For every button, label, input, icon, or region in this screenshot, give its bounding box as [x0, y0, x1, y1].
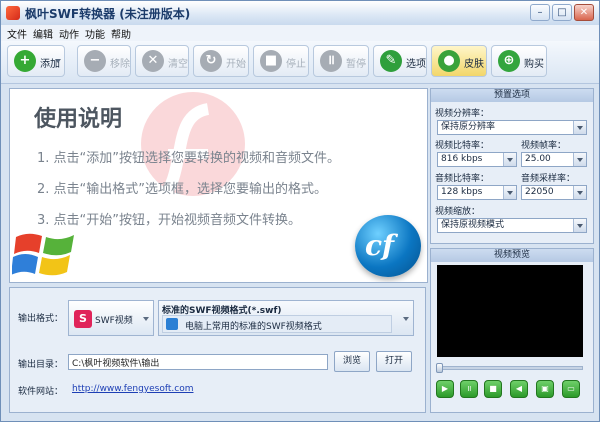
menu-function[interactable]: 功能: [85, 26, 105, 41]
audio-bitrate-select[interactable]: 128 kbps: [437, 185, 517, 200]
toolbar-label: 购买: [524, 59, 544, 70]
browse-button[interactable]: 浏览: [334, 351, 370, 372]
apple-icon: ●: [438, 50, 460, 72]
toolbar-label: 选项: [406, 59, 426, 70]
help-panel: 使用说明 1. 点击“添加”按钮选择您要转换的视频和音频文件。 2. 点击“输出…: [9, 88, 428, 283]
toolbar-button-pause[interactable]: ॥ 暂停: [313, 45, 369, 77]
video-preview-screen: [437, 265, 583, 357]
sample-rate-select[interactable]: 22050: [521, 185, 587, 200]
play-button[interactable]: ▶: [436, 380, 454, 398]
title-bar: 枫叶SWF转换器 (未注册版本) – □ ✕: [1, 1, 599, 26]
stop-button[interactable]: ■: [484, 380, 502, 398]
output-dir-input[interactable]: [68, 354, 328, 370]
stop-icon: ■: [260, 50, 282, 72]
cart-icon: ⊕: [498, 50, 520, 72]
seek-slider-knob[interactable]: [436, 363, 443, 373]
help-step-3: 3. 点击“开始”按钮，开始视频音频文件转换。: [37, 213, 302, 228]
clear-icon: ✕: [142, 50, 164, 72]
fps-label: 视频帧率：: [521, 141, 567, 151]
app-leaf-icon: [6, 6, 20, 20]
toolbar-label: 移除: [110, 59, 130, 70]
toolbar-button-tools[interactable]: ✎ 选项: [373, 45, 427, 77]
video-bitrate-label: 视频比特率：: [435, 141, 490, 151]
video-bitrate-select[interactable]: 816 kbps: [437, 152, 517, 167]
menu-file[interactable]: 文件: [7, 26, 27, 41]
menu-action[interactable]: 动作: [59, 26, 79, 41]
window-title: 枫叶SWF转换器 (未注册版本): [25, 7, 191, 21]
toolbar-label: 皮肤: [464, 59, 484, 70]
chevron-down-icon: [403, 317, 409, 321]
folder-button[interactable]: ▭: [562, 380, 580, 398]
toolbar-button-plus[interactable]: + 添加: [7, 45, 65, 77]
resolution-label: 视频分辨率：: [435, 109, 490, 119]
tools-icon: ✎: [380, 50, 402, 72]
monitor-icon: [166, 318, 178, 330]
output-format-desc-row: 电脑上常用的标准的SWF视频格式: [162, 315, 392, 333]
audio-bitrate-label: 音频比特率：: [435, 174, 490, 184]
help-title: 使用说明: [34, 107, 123, 132]
preset-panel: 预置选项 视频分辨率： 保持原分辨率 视频比特率： 视频帧率： 816 kbps…: [430, 88, 594, 244]
toolbar: + 添加 − 移除 ✕ 清空 ↻ 开始 ■ 停止 ॥ 暂停 ✎ 选项 ● 皮肤 ⊕ 购买: [1, 41, 599, 84]
website-label: 软件网站：: [18, 387, 64, 397]
help-step-2: 2. 点击“输出格式”选项框，选择您要输出的格式。: [37, 182, 328, 197]
preview-title: 视频预览: [431, 249, 593, 262]
chevron-down-icon: [143, 317, 149, 321]
seek-slider[interactable]: [436, 363, 583, 373]
toolbar-button-apple[interactable]: ● 皮肤: [431, 45, 487, 77]
chevron-down-icon[interactable]: [55, 59, 61, 63]
website-link[interactable]: http://www.fengyesoft.com: [72, 384, 194, 394]
toolbar-button-clear[interactable]: ✕ 清空: [135, 45, 189, 77]
preset-title: 预置选项: [431, 89, 593, 102]
close-button[interactable]: ✕: [574, 4, 594, 21]
minus-icon: −: [84, 50, 106, 72]
output-dir-label: 输出目录：: [18, 360, 64, 370]
toolbar-button-cart[interactable]: ⊕ 购买: [491, 45, 547, 77]
output-format-detail-dropdown[interactable]: 标准的SWF视频格式(*.swf) 电脑上常用的标准的SWF视频格式: [158, 300, 414, 336]
toolbar-label: 暂停: [346, 59, 366, 70]
video-zoom-label: 视频缩放：: [435, 207, 481, 217]
toolbar-button-refresh[interactable]: ↻ 开始: [193, 45, 249, 77]
fps-select[interactable]: 25.00: [521, 152, 587, 167]
help-step-1: 1. 点击“添加”按钮选择您要转换的视频和音频文件。: [37, 151, 341, 166]
resolution-select[interactable]: 保持原分辨率: [437, 120, 587, 135]
menu-bar: 文件 编辑 动作 功能 帮助: [1, 25, 599, 41]
sample-rate-label: 音频采样率：: [521, 174, 576, 184]
refresh-icon: ↻: [200, 50, 222, 72]
pause-icon: ॥: [320, 50, 342, 72]
video-zoom-select[interactable]: 保持原视频模式: [437, 218, 587, 233]
app-window: 枫叶SWF转换器 (未注册版本) – □ ✕ 文件 编辑 动作 功能 帮助 + 添…: [0, 0, 600, 422]
output-format-value: SWF视频: [95, 316, 133, 326]
swf-format-icon: S: [74, 310, 92, 328]
open-folder-button[interactable]: 打开: [376, 351, 412, 372]
plus-icon: +: [14, 50, 36, 72]
output-format-dropdown[interactable]: S SWF视频: [68, 300, 154, 336]
output-format-desc: 电脑上常用的标准的SWF视频格式: [185, 322, 322, 332]
flash-watermark-icon: [141, 92, 245, 215]
cf-logo-icon: cf: [355, 215, 421, 277]
toolbar-button-stop[interactable]: ■ 停止: [253, 45, 309, 77]
maximize-button[interactable]: □: [552, 4, 572, 21]
pause-button[interactable]: ॥: [460, 380, 478, 398]
windows-logo-icon: [12, 233, 74, 276]
output-format-label: 输出格式：: [18, 314, 64, 324]
minimize-button[interactable]: –: [530, 4, 550, 21]
menu-help[interactable]: 帮助: [111, 26, 131, 41]
menu-edit[interactable]: 编辑: [33, 26, 53, 41]
toolbar-button-minus[interactable]: − 移除: [77, 45, 131, 77]
output-panel: 输出格式： S SWF视频 标准的SWF视频格式(*.swf) 电脑上常用的标准…: [9, 287, 426, 413]
toolbar-label: 清空: [168, 59, 188, 70]
volume-button[interactable]: ◀: [510, 380, 528, 398]
snapshot-button[interactable]: ▣: [536, 380, 554, 398]
toolbar-label: 开始: [226, 59, 246, 70]
toolbar-label: 停止: [286, 59, 306, 70]
preview-panel: 视频预览 ▶ ॥ ■ ◀ ▣ ▭: [430, 248, 594, 413]
